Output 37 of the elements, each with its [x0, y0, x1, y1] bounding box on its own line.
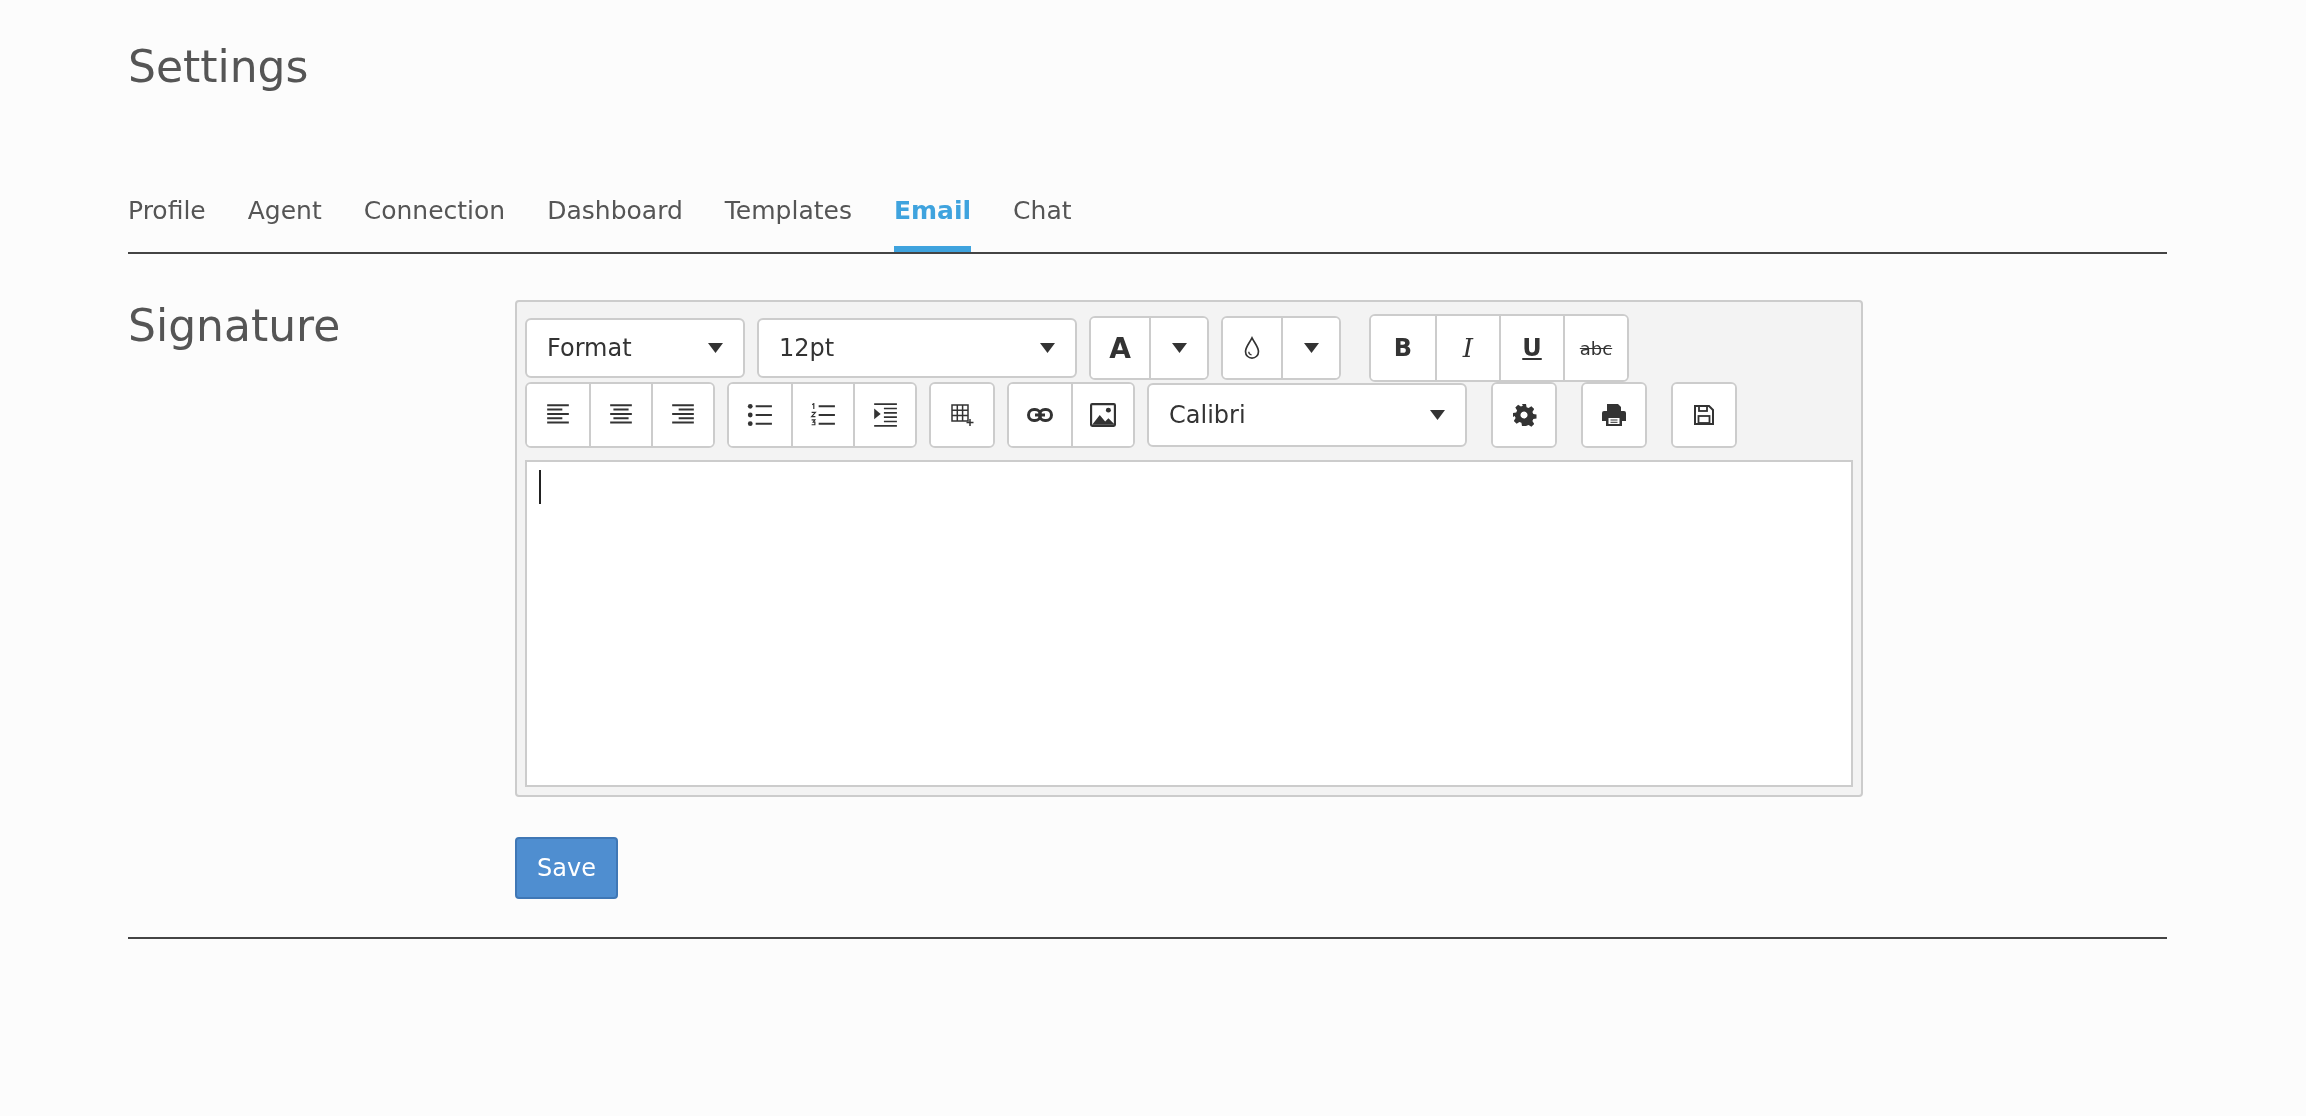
- tab[interactable]: Templates: [724, 196, 852, 252]
- save-file-button[interactable]: [1673, 384, 1735, 446]
- caret-icon: [1040, 343, 1055, 353]
- bullet-list-icon: [747, 403, 773, 427]
- numbered-list-icon: [810, 403, 836, 427]
- tab[interactable]: Connection: [363, 196, 506, 252]
- section-label: Signature: [128, 301, 342, 353]
- image-icon: [1090, 403, 1116, 427]
- caret-icon: [708, 343, 723, 353]
- text-color-menu-button[interactable]: [1149, 318, 1207, 378]
- font-dropdown[interactable]: Calibri: [1147, 383, 1467, 447]
- tab[interactable]: Profile: [128, 196, 206, 252]
- font-size-dropdown[interactable]: 12pt: [757, 318, 1077, 378]
- align-center-icon: [608, 403, 634, 427]
- caret-icon: [1171, 343, 1187, 353]
- caret-icon: [1430, 410, 1445, 420]
- highlight-color-menu-button[interactable]: [1281, 318, 1339, 378]
- caret-icon: [1303, 343, 1319, 353]
- align-right-icon: [670, 403, 696, 427]
- strikethrough-button[interactable]: abc: [1563, 316, 1627, 380]
- table-icon: [949, 403, 975, 427]
- settings-icon: [1511, 403, 1537, 427]
- indent-button[interactable]: [853, 384, 915, 446]
- print-button[interactable]: [1583, 384, 1645, 446]
- align-left-icon: [545, 403, 571, 427]
- tab[interactable]: Dashboard: [547, 196, 683, 252]
- page-title: Settings: [128, 40, 310, 94]
- align-right-button[interactable]: [651, 384, 713, 446]
- format-dropdown[interactable]: Format: [525, 318, 745, 378]
- tab[interactable]: Chat: [1013, 196, 1072, 252]
- indent-icon: [872, 403, 898, 427]
- tab[interactable]: Agent: [247, 196, 322, 252]
- printer-icon: [1601, 403, 1627, 427]
- text-cursor: [539, 470, 541, 504]
- settings-button[interactable]: [1493, 384, 1555, 446]
- table-button[interactable]: [931, 384, 993, 446]
- image-button[interactable]: [1071, 384, 1133, 446]
